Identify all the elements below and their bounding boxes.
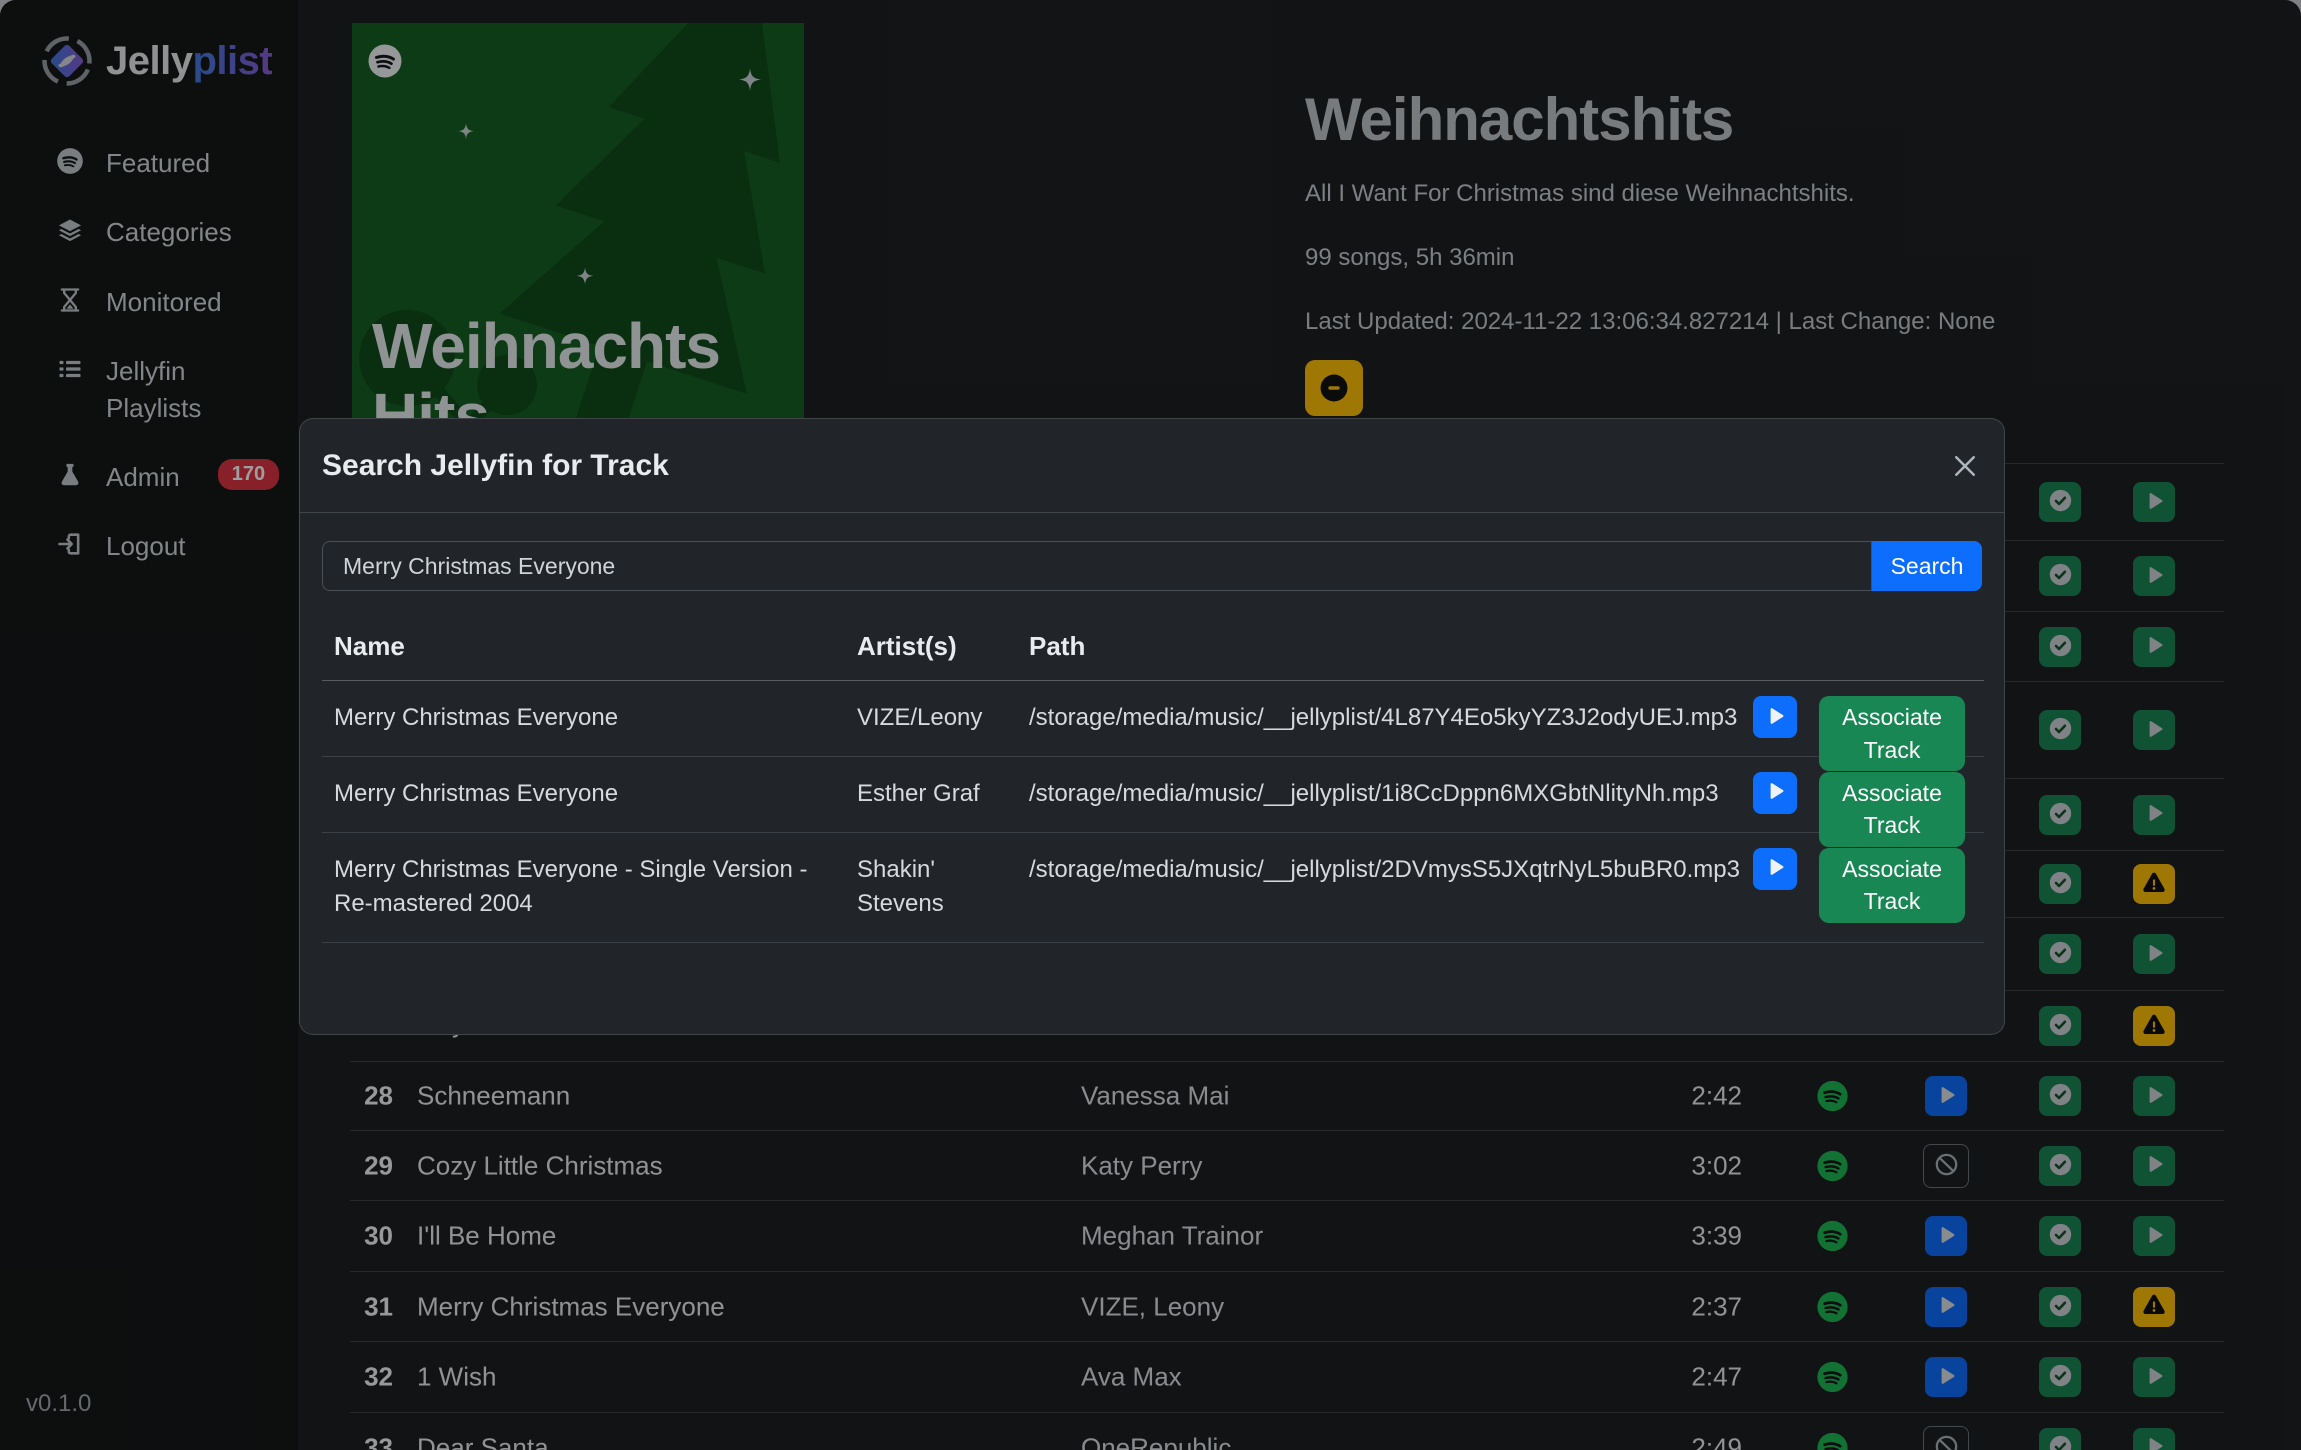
result-name: Merry Christmas Everyone - Single Versio… bbox=[322, 833, 845, 943]
play-icon bbox=[1764, 856, 1786, 881]
result-actions: Associate Track bbox=[1732, 833, 1984, 943]
result-path: /storage/media/music/__jellyplist/4L87Y4… bbox=[1017, 681, 1732, 756]
result-path: /storage/media/music/__jellyplist/1i8CcD… bbox=[1017, 757, 1732, 832]
search-jellyfin-modal: Search Jellyfin for Track Search Name Ar… bbox=[299, 418, 2005, 1035]
preview-play-button[interactable] bbox=[1753, 848, 1797, 890]
search-result-row: Merry Christmas Everyone - Single Versio… bbox=[322, 833, 1984, 944]
search-result-row: Merry Christmas EveryoneEsther Graf/stor… bbox=[322, 757, 1984, 833]
results-header-row: Name Artist(s) Path bbox=[322, 617, 1984, 681]
preview-play-button[interactable] bbox=[1753, 696, 1797, 738]
search-results-table: Name Artist(s) Path Merry Christmas Ever… bbox=[322, 617, 1984, 943]
associate-track-button[interactable]: Associate Track bbox=[1819, 848, 1965, 923]
result-actions: Associate Track bbox=[1732, 681, 1984, 756]
track-search-input[interactable] bbox=[322, 541, 1872, 591]
column-header-artist: Artist(s) bbox=[845, 617, 1017, 680]
result-artist: Esther Graf bbox=[845, 757, 1017, 832]
play-icon bbox=[1764, 780, 1786, 805]
result-name: Merry Christmas Everyone bbox=[322, 681, 845, 756]
result-actions: Associate Track bbox=[1732, 757, 1984, 832]
modal-title: Search Jellyfin for Track bbox=[322, 449, 669, 483]
close-icon[interactable] bbox=[1950, 451, 1980, 481]
result-name: Merry Christmas Everyone bbox=[322, 757, 845, 832]
preview-play-button[interactable] bbox=[1753, 772, 1797, 814]
track-search-group: Search bbox=[322, 541, 1982, 591]
result-artist: VIZE/Leony bbox=[845, 681, 1017, 756]
play-icon bbox=[1764, 705, 1786, 730]
modal-header: Search Jellyfin for Track bbox=[300, 419, 2004, 513]
column-header-name: Name bbox=[322, 617, 845, 680]
result-artist: Shakin' Stevens bbox=[845, 833, 1017, 943]
search-button[interactable]: Search bbox=[1872, 541, 1982, 591]
result-path: /storage/media/music/__jellyplist/2DVmys… bbox=[1017, 833, 1732, 943]
column-header-path: Path bbox=[1017, 617, 1732, 680]
search-result-row: Merry Christmas EveryoneVIZE/Leony/stora… bbox=[322, 681, 1984, 757]
app-window: Weihnachts Hits Weihnachtshits All I Wan… bbox=[0, 0, 2301, 1450]
